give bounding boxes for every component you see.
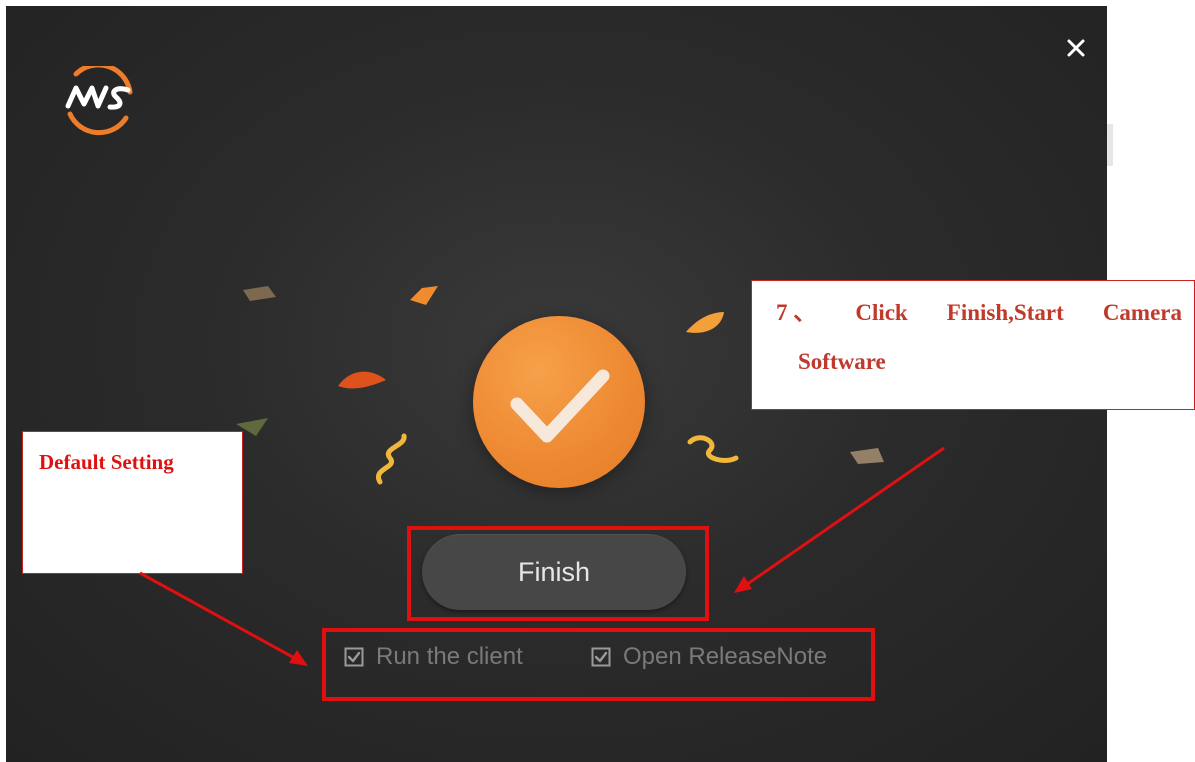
run-client-label: Run the client [376,643,523,670]
screenshot-stage: Finish Run the client Open ReleaseNote D… [0,0,1195,762]
default-setting-callout: Default Setting [22,431,243,574]
step-callout-line2: Software [798,349,886,374]
step-callout: 7 、 Click Finish,Start Camera Software [751,280,1195,410]
open-releasenote-checkbox[interactable]: Open ReleaseNote [591,642,827,672]
close-button[interactable] [1058,30,1094,66]
open-releasenote-label: Open ReleaseNote [623,643,828,670]
checkbox-checked-icon [344,647,364,667]
step-word-click: Click [855,300,908,325]
step-word-camera: Camera [1102,300,1182,325]
default-setting-text: Default Setting [39,450,174,474]
step-number: 7 、 [776,300,817,325]
mvs-logo [56,62,146,138]
step-callout-line1: 7 、 Click Finish,Start Camera [776,301,1182,324]
success-badge [473,316,645,488]
close-icon [1067,39,1085,57]
finish-button[interactable]: Finish [422,534,686,610]
checkmark-icon [510,369,610,443]
run-client-checkbox[interactable]: Run the client [344,642,523,672]
background-scrollbar [1107,124,1113,166]
checkbox-checked-icon [591,647,611,667]
step-word-finish-start: Finish,Start [946,300,1064,325]
